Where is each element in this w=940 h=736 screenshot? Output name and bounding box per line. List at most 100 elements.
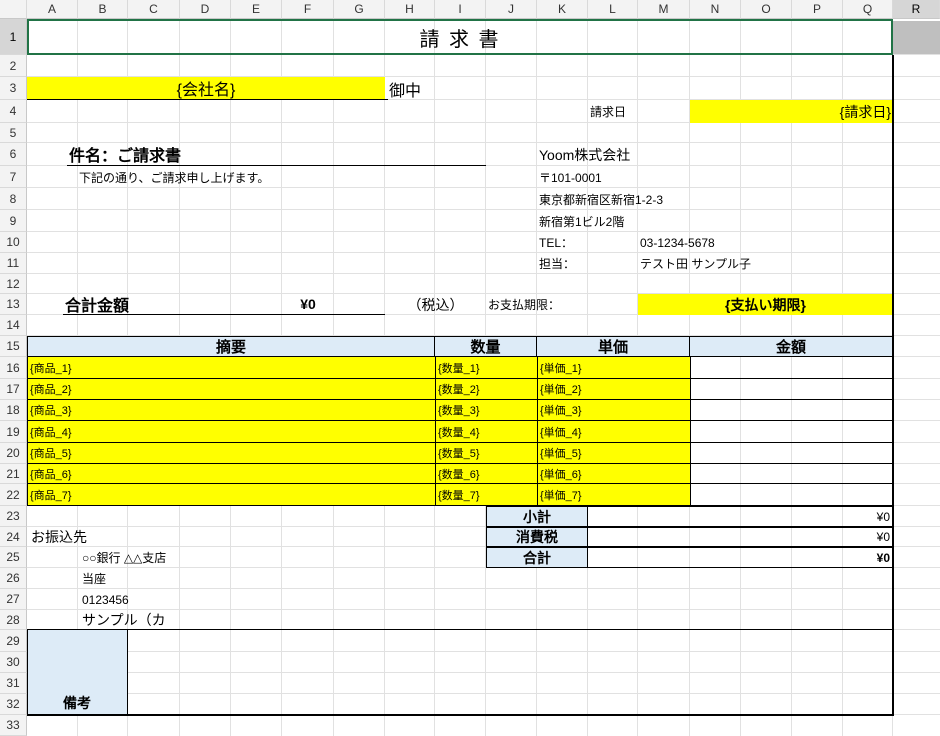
item-desc-1[interactable]: {商品_1} xyxy=(27,357,435,379)
item-price-7[interactable]: {単価_7} xyxy=(537,484,690,506)
row-header-15[interactable]: 15 xyxy=(0,336,27,357)
row-header-14[interactable]: 14 xyxy=(0,315,27,336)
item-qty-5[interactable]: {数量_5} xyxy=(435,443,537,464)
issuer-name[interactable]: Yoom株式会社 xyxy=(537,143,741,166)
item-price-2[interactable]: {単価_2} xyxy=(537,379,690,400)
row-header-2[interactable]: 2 xyxy=(0,55,27,77)
bank-name[interactable]: ○○銀行 △△支店 xyxy=(80,547,334,568)
row-header-26[interactable]: 26 xyxy=(0,568,27,589)
item-price-6[interactable]: {単価_6} xyxy=(537,464,690,484)
row-header-11[interactable]: 11 xyxy=(0,253,27,274)
row-header-17[interactable]: 17 xyxy=(0,379,27,400)
row-header-16[interactable]: 16 xyxy=(0,357,27,379)
intro-text[interactable]: 下記の通り、ご請求申し上げます。 xyxy=(77,166,486,188)
item-qty-6[interactable]: {数量_6} xyxy=(435,464,537,484)
account-type[interactable]: 当座 xyxy=(80,568,334,589)
item-qty-2[interactable]: {数量_2} xyxy=(435,379,537,400)
item-amount-3[interactable] xyxy=(690,400,893,421)
row-header-27[interactable]: 27 xyxy=(0,589,27,610)
row-header-20[interactable]: 20 xyxy=(0,443,27,464)
column-header-o[interactable]: O xyxy=(741,0,792,19)
column-header-n[interactable]: N xyxy=(690,0,741,19)
row-header-25[interactable]: 25 xyxy=(0,547,27,568)
row-header-19[interactable]: 19 xyxy=(0,421,27,443)
row-header-4[interactable]: 4 xyxy=(0,100,27,123)
item-price-5[interactable]: {単価_5} xyxy=(537,443,690,464)
column-header-r[interactable]: R xyxy=(893,0,940,19)
summary-value-3[interactable]: ¥0 xyxy=(587,547,893,568)
tel-value[interactable]: 03-1234-5678 xyxy=(638,232,843,253)
item-price-1[interactable]: {単価_1} xyxy=(537,357,690,379)
invoice-title[interactable]: 請 求 書 xyxy=(27,19,893,55)
item-amount-2[interactable] xyxy=(690,379,893,400)
row-header-32[interactable]: 32 xyxy=(0,694,27,715)
column-header-d[interactable]: D xyxy=(180,0,231,19)
date-field[interactable]: {請求日} xyxy=(690,100,893,123)
column-header-e[interactable]: E xyxy=(231,0,282,19)
column-header-j[interactable]: J xyxy=(486,0,537,19)
row-header-31[interactable]: 31 xyxy=(0,673,27,694)
item-desc-3[interactable]: {商品_3} xyxy=(27,400,435,421)
row-header-1[interactable]: 1 xyxy=(0,19,27,55)
total-value[interactable]: ¥0 xyxy=(231,294,385,315)
spreadsheet-grid[interactable]: A B C D E F G H I J K L M N O P Q R 1 2 3 4 5 6 7 8 9 10 11 12 13 14 15 1… xyxy=(0,0,940,736)
item-amount-7[interactable] xyxy=(690,484,893,506)
row-header-13[interactable]: 13 xyxy=(0,294,27,315)
item-amount-1[interactable] xyxy=(690,357,893,379)
summary-value-1[interactable]: ¥0 xyxy=(587,506,893,527)
row-header-7[interactable]: 7 xyxy=(0,166,27,188)
row-header-18[interactable]: 18 xyxy=(0,400,27,421)
row-header-9[interactable]: 9 xyxy=(0,210,27,232)
item-qty-3[interactable]: {数量_3} xyxy=(435,400,537,421)
row-header-29[interactable]: 29 xyxy=(0,630,27,652)
due-date-field[interactable]: {支払い期限} xyxy=(638,294,893,315)
remarks-field[interactable] xyxy=(128,630,893,715)
column-header-q[interactable]: Q xyxy=(843,0,893,19)
item-amount-5[interactable] xyxy=(690,443,893,464)
row-header-5[interactable]: 5 xyxy=(0,123,27,143)
item-qty-4[interactable]: {数量_4} xyxy=(435,421,537,443)
item-qty-7[interactable]: {数量_7} xyxy=(435,484,537,506)
item-desc-4[interactable]: {商品_4} xyxy=(27,421,435,443)
row-header-10[interactable]: 10 xyxy=(0,232,27,253)
row-header-3[interactable]: 3 xyxy=(0,77,27,100)
column-header-c[interactable]: C xyxy=(128,0,180,19)
row-header-22[interactable]: 22 xyxy=(0,484,27,506)
row-header-33[interactable]: 33 xyxy=(0,715,27,736)
item-desc-5[interactable]: {商品_5} xyxy=(27,443,435,464)
row-header-30[interactable]: 30 xyxy=(0,652,27,673)
item-desc-6[interactable]: {商品_6} xyxy=(27,464,435,484)
column-header-a[interactable]: A xyxy=(27,0,78,19)
issuer-address2[interactable]: 新宿第1ビル2階 xyxy=(537,210,741,232)
column-header-b[interactable]: B xyxy=(78,0,128,19)
column-header-p[interactable]: P xyxy=(792,0,843,19)
row-header-12[interactable]: 12 xyxy=(0,274,27,294)
row-header-6[interactable]: 6 xyxy=(0,143,27,166)
account-number[interactable]: 0123456 xyxy=(80,589,334,610)
column-header-i[interactable]: I xyxy=(435,0,486,19)
item-amount-6[interactable] xyxy=(690,464,893,484)
column-header-h[interactable]: H xyxy=(385,0,435,19)
account-holder[interactable]: サンプル（カ xyxy=(80,610,334,630)
row-header-21[interactable]: 21 xyxy=(0,464,27,484)
row-header-23[interactable]: 23 xyxy=(0,506,27,527)
item-qty-1[interactable]: {数量_1} xyxy=(435,357,537,379)
item-price-4[interactable]: {単価_4} xyxy=(537,421,690,443)
person-value[interactable]: テスト田 サンプル子 xyxy=(638,253,843,274)
subject-heading[interactable]: 件名：ご請求書 xyxy=(67,143,486,166)
column-header-l[interactable]: L xyxy=(588,0,638,19)
summary-value-2[interactable]: ¥0 xyxy=(587,527,893,547)
select-all-corner[interactable] xyxy=(0,0,27,19)
item-price-3[interactable]: {単価_3} xyxy=(537,400,690,421)
column-header-f[interactable]: F xyxy=(282,0,334,19)
company-name-field[interactable]: {会社名} xyxy=(27,77,385,100)
item-desc-2[interactable]: {商品_2} xyxy=(27,379,435,400)
row-header-28[interactable]: 28 xyxy=(0,610,27,630)
issuer-postal[interactable]: 〒101-0001 xyxy=(537,166,741,188)
item-desc-7[interactable]: {商品_7} xyxy=(27,484,435,506)
row-header-8[interactable]: 8 xyxy=(0,188,27,210)
issuer-address1[interactable]: 東京都新宿区新宿1-2-3 xyxy=(537,188,741,210)
row-header-24[interactable]: 24 xyxy=(0,527,27,547)
column-header-g[interactable]: G xyxy=(334,0,385,19)
column-header-k[interactable]: K xyxy=(537,0,588,19)
